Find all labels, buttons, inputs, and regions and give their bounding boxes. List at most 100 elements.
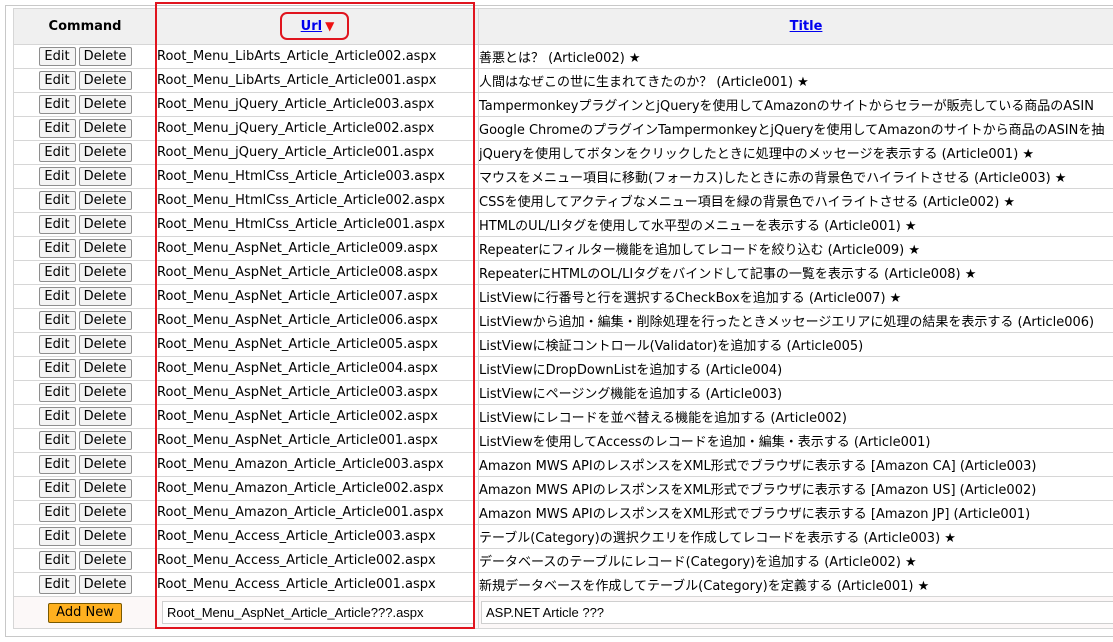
edit-button[interactable]: Edit <box>38 527 76 546</box>
table-row: Edit Delete Root_Menu_AspNet_Article_Artic… <box>13 356 1113 381</box>
edit-button[interactable]: Edit <box>38 47 76 66</box>
delete-button[interactable]: Delete <box>78 383 132 402</box>
row-command-cell: Edit Delete <box>13 284 157 309</box>
edit-button[interactable]: Edit <box>38 119 76 138</box>
delete-button[interactable]: Delete <box>78 239 132 258</box>
url-sort-link[interactable]: Url <box>301 19 322 34</box>
row-url: Root_Menu_Access_Article_Article003.aspx <box>156 524 479 549</box>
edit-button[interactable]: Edit <box>38 431 76 450</box>
edit-button[interactable]: Edit <box>38 95 76 114</box>
edit-button[interactable]: Edit <box>38 359 76 378</box>
row-url: Root_Menu_jQuery_Article_Article003.aspx <box>156 92 479 117</box>
row-title: TampermonkeyプラグインとjQueryを使用してAmazonのサイトか… <box>478 92 1113 117</box>
edit-button[interactable]: Edit <box>38 311 76 330</box>
row-title: Repeaterにフィルター機能を追加してレコードを絞り込む (Article0… <box>478 236 1113 261</box>
edit-button[interactable]: Edit <box>38 263 76 282</box>
url-column-header: Url ▼ <box>156 8 479 45</box>
insert-url-cell <box>156 596 479 629</box>
delete-button[interactable]: Delete <box>78 575 132 594</box>
row-title: Google ChromeのプラグインTampermonkeyとjQueryを使… <box>478 116 1113 141</box>
delete-button[interactable]: Delete <box>78 263 132 282</box>
row-title: ListViewに行番号と行を選択するCheckBoxを追加する (Articl… <box>478 284 1113 309</box>
row-url: Root_Menu_LibArts_Article_Article002.asp… <box>156 44 479 69</box>
edit-button[interactable]: Edit <box>38 239 76 258</box>
row-url: Root_Menu_AspNet_Article_Article006.aspx <box>156 308 479 333</box>
edit-button[interactable]: Edit <box>38 71 76 90</box>
edit-button[interactable]: Edit <box>38 575 76 594</box>
delete-button[interactable]: Delete <box>78 527 132 546</box>
row-command-cell: Edit Delete <box>13 92 157 117</box>
row-command-cell: Edit Delete <box>13 188 157 213</box>
row-title: ListViewから追加・編集・削除処理を行ったときメッセージエリアに処理の結果… <box>478 308 1113 333</box>
row-command-cell: Edit Delete <box>13 260 157 285</box>
table-row: Edit Delete Root_Menu_Amazon_Article_Artic… <box>13 476 1113 501</box>
table-row: Edit Delete Root_Menu_jQuery_Article_Artic… <box>13 140 1113 165</box>
delete-button[interactable]: Delete <box>78 407 132 426</box>
row-command-cell: Edit Delete <box>13 212 157 237</box>
row-command-cell: Edit Delete <box>13 356 157 381</box>
delete-button[interactable]: Delete <box>78 431 132 450</box>
edit-button[interactable]: Edit <box>38 407 76 426</box>
delete-button[interactable]: Delete <box>78 191 132 210</box>
row-title: CSSを使用してアクティブなメニュー項目を緑の背景色でハイライトさせる (Art… <box>478 188 1113 213</box>
table-row: Edit Delete Root_Menu_AspNet_Article_Artic… <box>13 308 1113 333</box>
edit-button[interactable]: Edit <box>38 287 76 306</box>
row-url: Root_Menu_jQuery_Article_Article002.aspx <box>156 116 479 141</box>
table-row: Edit Delete Root_Menu_AspNet_Article_Artic… <box>13 404 1113 429</box>
row-url: Root_Menu_Access_Article_Article001.aspx <box>156 572 479 597</box>
delete-button[interactable]: Delete <box>78 359 132 378</box>
edit-button[interactable]: Edit <box>38 143 76 162</box>
edit-button[interactable]: Edit <box>38 503 76 522</box>
edit-button[interactable]: Edit <box>38 167 76 186</box>
table-row: Edit Delete Root_Menu_AspNet_Article_Artic… <box>13 284 1113 309</box>
row-command-cell: Edit Delete <box>13 524 157 549</box>
row-title: テーブル(Category)の選択クエリを作成してレコードを表示する (Arti… <box>478 524 1113 549</box>
delete-button[interactable]: Delete <box>78 503 132 522</box>
row-url: Root_Menu_Access_Article_Article002.aspx <box>156 548 479 573</box>
delete-button[interactable]: Delete <box>78 311 132 330</box>
row-url: Root_Menu_AspNet_Article_Article007.aspx <box>156 284 479 309</box>
table-row: Edit Delete Root_Menu_HtmlCss_Article_Arti… <box>13 164 1113 189</box>
delete-button[interactable]: Delete <box>78 287 132 306</box>
title-sort-link[interactable]: Title <box>790 19 823 34</box>
delete-button[interactable]: Delete <box>78 167 132 186</box>
edit-button[interactable]: Edit <box>38 383 76 402</box>
edit-button[interactable]: Edit <box>38 479 76 498</box>
row-url: Root_Menu_jQuery_Article_Article001.aspx <box>156 140 479 165</box>
new-title-input[interactable] <box>481 601 1113 624</box>
row-title: データベースのテーブルにレコード(Category)を追加する (Article… <box>478 548 1113 573</box>
delete-button[interactable]: Delete <box>78 479 132 498</box>
row-url: Root_Menu_AspNet_Article_Article005.aspx <box>156 332 479 357</box>
delete-button[interactable]: Delete <box>78 215 132 234</box>
row-url: Root_Menu_AspNet_Article_Article009.aspx <box>156 236 479 261</box>
edit-button[interactable]: Edit <box>38 455 76 474</box>
delete-button[interactable]: Delete <box>78 119 132 138</box>
row-title: 新規データベースを作成してテーブル(Category)を定義する (Articl… <box>478 572 1113 597</box>
table-row: Edit Delete Root_Menu_Amazon_Article_Artic… <box>13 500 1113 525</box>
delete-button[interactable]: Delete <box>78 47 132 66</box>
delete-button[interactable]: Delete <box>78 335 132 354</box>
delete-button[interactable]: Delete <box>78 143 132 162</box>
edit-button[interactable]: Edit <box>38 551 76 570</box>
edit-button[interactable]: Edit <box>38 335 76 354</box>
delete-button[interactable]: Delete <box>78 95 132 114</box>
insert-title-cell <box>478 596 1113 629</box>
row-title: Amazon MWS APIのレスポンスをXML形式でブラウザに表示する [Am… <box>478 476 1113 501</box>
edit-button[interactable]: Edit <box>38 215 76 234</box>
row-title: HTMLのUL/LIタグを使用して水平型のメニューを表示する (Article0… <box>478 212 1113 237</box>
delete-button[interactable]: Delete <box>78 71 132 90</box>
table-row: Edit Delete Root_Menu_Access_Article_Artic… <box>13 524 1113 549</box>
table-row: Edit Delete Root_Menu_AspNet_Article_Artic… <box>13 236 1113 261</box>
table-row: Edit Delete Root_Menu_HtmlCss_Article_Arti… <box>13 188 1113 213</box>
row-command-cell: Edit Delete <box>13 308 157 333</box>
delete-button[interactable]: Delete <box>78 551 132 570</box>
delete-button[interactable]: Delete <box>78 455 132 474</box>
row-command-cell: Edit Delete <box>13 44 157 69</box>
row-command-cell: Edit Delete <box>13 500 157 525</box>
row-command-cell: Edit Delete <box>13 572 157 597</box>
row-command-cell: Edit Delete <box>13 404 157 429</box>
edit-button[interactable]: Edit <box>38 191 76 210</box>
add-new-button[interactable]: Add New <box>48 602 122 623</box>
grid-header-row: Command Url ▼ Title <box>13 8 1113 45</box>
new-url-input[interactable] <box>162 601 474 624</box>
